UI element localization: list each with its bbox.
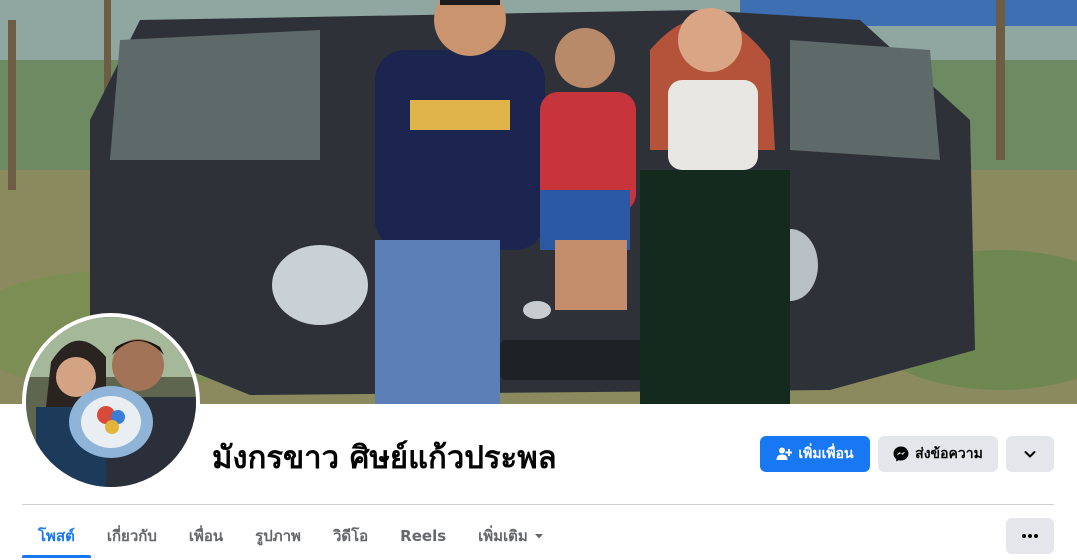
header-divider — [22, 504, 1054, 505]
chevron-down-icon — [1023, 447, 1037, 461]
send-message-label: ส่งข้อความ — [915, 446, 983, 462]
tab-label: เกี่ยวกับ — [106, 527, 157, 545]
tab-label: เพิ่มเติม — [478, 527, 528, 545]
add-friend-button[interactable]: เพิ่มเพื่อน — [760, 436, 870, 472]
tab-about[interactable]: เกี่ยวกับ — [91, 514, 173, 558]
profile-tabs: โพสต์ เกี่ยวกับ เพื่อน รูปภาพ วิดีโอ Ree… — [22, 514, 560, 558]
profile-actions-more-button[interactable] — [1006, 436, 1054, 472]
avatar-image — [26, 317, 196, 487]
ellipsis-icon — [1021, 533, 1039, 539]
profile-page: มังกรขาว ศิษย์แก้วประพล เพิ่มเพื่อน ส่งข… — [0, 0, 1077, 560]
send-message-button[interactable]: ส่งข้อความ — [878, 436, 998, 472]
avatar — [26, 317, 196, 487]
tab-label: รูปภาพ — [255, 527, 301, 545]
tab-photos[interactable]: รูปภาพ — [239, 514, 317, 558]
tab-reels[interactable]: Reels — [384, 514, 462, 558]
add-friend-label: เพิ่มเพื่อน — [798, 446, 854, 462]
tab-videos[interactable]: วิดีโอ — [317, 514, 384, 558]
tab-label: โพสต์ — [38, 527, 75, 545]
profile-name: มังกรขาว ศิษย์แก้วประพล — [212, 440, 557, 476]
profile-avatar[interactable] — [22, 313, 200, 491]
tab-posts[interactable]: โพสต์ — [22, 514, 91, 558]
messenger-icon — [893, 446, 909, 462]
tabs-more-options-button[interactable] — [1006, 518, 1054, 554]
tab-label: Reels — [400, 527, 447, 545]
tab-label: วิดีโอ — [332, 527, 369, 545]
caret-down-icon — [534, 531, 544, 541]
tab-label: เพื่อน — [188, 527, 224, 545]
person-plus-icon — [776, 446, 793, 462]
tab-more[interactable]: เพิ่มเติม — [462, 514, 560, 558]
tab-friends[interactable]: เพื่อน — [173, 514, 239, 558]
